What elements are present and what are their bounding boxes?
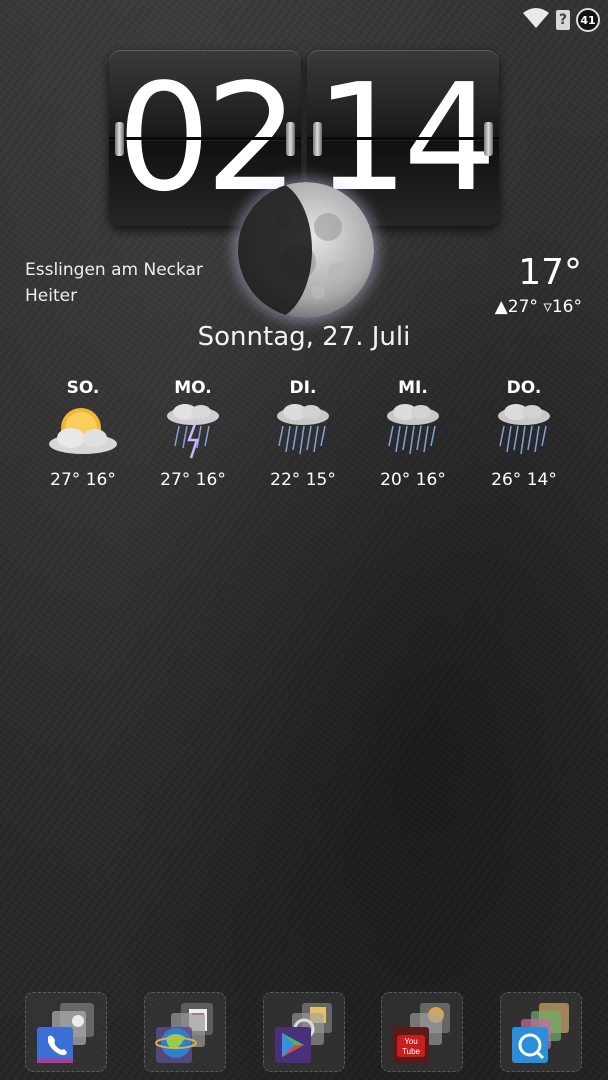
flip-hinge: [313, 122, 322, 156]
signal-unknown-icon: ?: [556, 10, 570, 30]
rain-icon: [387, 404, 439, 455]
forecast-day-label: DI.: [289, 378, 317, 398]
forecast-day[interactable]: DI. 22° 15°: [248, 378, 358, 490]
flip-split-line: [307, 137, 499, 140]
forecast-day[interactable]: DO. 26° 14°: [469, 378, 579, 490]
low-temperature: ▿16°: [543, 297, 582, 317]
flip-hinge: [286, 122, 295, 156]
forecast-day[interactable]: SO. 27° 16°: [28, 378, 138, 490]
forecast-temps: 26° 14°: [491, 470, 557, 490]
play-store-folder[interactable]: [263, 992, 345, 1072]
sun-cloud-icon: [49, 408, 117, 454]
date-label: Sonntag, 27. Juli: [197, 322, 411, 352]
camera-folder[interactable]: [500, 992, 582, 1072]
rain-icon: [498, 404, 550, 455]
forecast-day-label: SO.: [66, 378, 100, 398]
condition-label: Heiter: [25, 286, 78, 306]
forecast-day-label: MI.: [398, 378, 428, 398]
notification-badge[interactable]: 41: [576, 8, 600, 32]
high-temperature: ▲27°: [494, 297, 538, 317]
phone-folder[interactable]: [25, 992, 107, 1072]
location-label: Esslingen am Neckar: [25, 260, 203, 280]
forecast-temps: 27° 16°: [50, 470, 116, 490]
svg-text:You: You: [404, 1037, 418, 1046]
forecast-day[interactable]: MI. 20° 16°: [358, 378, 468, 490]
forecast-temps: 20° 16°: [380, 470, 446, 490]
status-bar: ? 41: [522, 6, 600, 34]
thunderstorm-icon: [167, 404, 219, 459]
svg-text:Tube: Tube: [402, 1047, 420, 1056]
rain-icon: [277, 404, 329, 455]
moon-icon[interactable]: [238, 182, 374, 318]
youtube-folder[interactable]: You Tube: [381, 992, 463, 1072]
flip-hinge: [484, 122, 493, 156]
forecast-temps: 27° 16°: [160, 470, 226, 490]
forecast-day-label: DO.: [506, 378, 542, 398]
high-low-temperature: ▲27° ▿16°: [495, 297, 582, 317]
wifi-icon: [522, 7, 550, 33]
forecast-day[interactable]: MO. 27° 16°: [138, 378, 248, 490]
browser-folder[interactable]: [144, 992, 226, 1072]
flip-hinge: [115, 122, 124, 156]
forecast-day-label: MO.: [174, 378, 212, 398]
forecast-temps: 22° 15°: [270, 470, 336, 490]
flip-split-line: [109, 137, 301, 140]
current-temperature: 17°: [518, 252, 582, 293]
